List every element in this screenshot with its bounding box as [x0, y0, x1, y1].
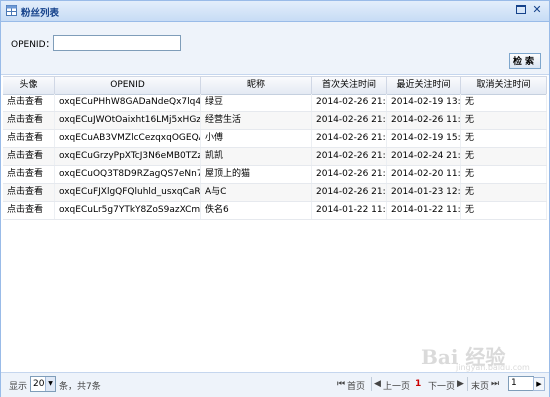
next-page-icon[interactable]: ▶ — [457, 379, 464, 389]
view-avatar-link[interactable]: 点击查看 — [3, 202, 55, 219]
column-header-last-follow[interactable]: 最近关注时间 — [387, 77, 461, 94]
openid-cell: oxqECuJWOtOaixht16LMj5xHGzFg — [55, 112, 201, 129]
openid-label: OPENID： — [11, 40, 55, 50]
openid-cell: oxqECuAB3VMZlcCezqxqOGEQAW — [55, 130, 201, 147]
nickname-cell: 凯凯 — [201, 148, 312, 165]
table-row[interactable]: 点击查看 oxqECuPHhW8GADaNdeQx7lq4n-C 绿豆 2014… — [3, 94, 547, 112]
column-header-unfollow[interactable]: 取消关注时间 — [461, 77, 547, 94]
unfollow-cell: 无 — [461, 184, 547, 201]
close-icon[interactable]: ✕ — [531, 3, 543, 17]
nickname-cell: 小傅 — [201, 130, 312, 147]
nickname-cell: 屋顶上的猫 — [201, 166, 312, 183]
prev-page-icon[interactable]: ◀ — [374, 379, 381, 389]
openid-input[interactable] — [53, 35, 181, 51]
last-page-icon[interactable]: ⏭ — [491, 379, 499, 389]
view-avatar-link[interactable]: 点击查看 — [3, 166, 55, 183]
column-header-openid[interactable]: OPENID — [55, 77, 201, 94]
page-number-input[interactable]: 1 — [508, 376, 534, 391]
first-follow-cell: 2014-02-26 21:34 — [312, 94, 387, 111]
view-avatar-link[interactable]: 点击查看 — [3, 184, 55, 201]
unfollow-cell: 无 — [461, 112, 547, 129]
openid-cell: oxqECuOQ3T8D9RZagQS7eNn70g_ — [55, 166, 201, 183]
first-follow-cell: 2014-01-22 11:22 — [312, 202, 387, 219]
next-page-link[interactable]: 下一页 — [428, 379, 455, 392]
page-size-value: 20 — [33, 379, 45, 389]
pager-divider — [467, 377, 468, 391]
current-page: 1 — [415, 379, 422, 389]
column-header-avatar[interactable]: 头像 — [3, 77, 55, 94]
grid-icon — [6, 5, 17, 16]
total-count: 条，共7条 — [59, 382, 101, 392]
table-row[interactable]: 点击查看 oxqECuFJXlgQFQluhld_usxqCaRM A与C 20… — [3, 184, 547, 202]
openid-cell: oxqECuGrzyPpXTcJ3N6eMB0TZzM — [55, 148, 201, 165]
view-avatar-link[interactable]: 点击查看 — [3, 148, 55, 165]
first-follow-cell: 2014-02-26 21:34 — [312, 184, 387, 201]
first-page-icon[interactable]: ⏮ — [337, 379, 345, 389]
table-row[interactable]: 点击查看 oxqECuOQ3T8D9RZagQS7eNn70g_ 屋顶上的猫 2… — [3, 166, 547, 184]
unfollow-cell: 无 — [461, 202, 547, 219]
view-avatar-link[interactable]: 点击查看 — [3, 130, 55, 147]
last-follow-cell: 2014-02-19 13:52 — [387, 94, 461, 111]
last-page-link[interactable]: 末页 — [471, 379, 489, 392]
last-follow-cell: 2014-02-24 21:32 — [387, 148, 461, 165]
unfollow-cell: 无 — [461, 148, 547, 165]
grid-header: 头像 OPENID 昵称 首次关注时间 最近关注时间 取消关注时间 — [3, 76, 547, 95]
first-follow-cell: 2014-02-26 21:34 — [312, 112, 387, 129]
search-toolbar: OPENID： 检索 — [1, 22, 549, 75]
openid-cell: oxqECuPHhW8GADaNdeQx7lq4n-C — [55, 94, 201, 111]
last-follow-cell: 2014-02-26 11:12 — [387, 112, 461, 129]
view-avatar-link[interactable]: 点击查看 — [3, 112, 55, 129]
go-arrow-icon[interactable]: ▶ — [533, 377, 545, 391]
chevron-down-icon[interactable]: ▼ — [45, 377, 55, 391]
prev-page-link[interactable]: 上一页 — [383, 379, 410, 392]
search-button[interactable]: 检索 — [509, 53, 541, 69]
page-size-label: 显示 — [9, 382, 28, 392]
page-size-select[interactable]: 20 ▼ — [30, 376, 56, 392]
nickname-cell: 经营生活 — [201, 112, 312, 129]
nickname-cell: 佚名6 — [201, 202, 312, 219]
last-follow-cell: 2014-01-23 12:00 — [387, 184, 461, 201]
pagination-bar: 显示 20 ▼ 条，共7条 ⏮ 首页 ◀ 上一页 1 下一页 ▶ 末页 ⏭ 1 … — [1, 372, 549, 397]
unfollow-cell: 无 — [461, 94, 547, 111]
last-follow-cell: 2014-02-19 15:46 — [387, 130, 461, 147]
table-row[interactable]: 点击查看 oxqECuJWOtOaixht16LMj5xHGzFg 经营生活 2… — [3, 112, 547, 130]
nickname-cell: A与C — [201, 184, 312, 201]
last-follow-cell: 2014-01-22 11:22 — [387, 202, 461, 219]
column-header-nickname[interactable]: 昵称 — [201, 77, 312, 94]
table-row[interactable]: 点击查看 oxqECuLr5g7YTkY8ZoS9azXCmtXA 佚名6 20… — [3, 202, 547, 220]
title-bar: 粉丝列表 ✕ — [1, 1, 549, 22]
fans-list-window: 粉丝列表 ✕ OPENID： 检索 头像 OPENID 昵称 首次关注时间 最近… — [0, 0, 550, 397]
first-page-link[interactable]: 首页 — [347, 379, 365, 392]
maximize-icon[interactable] — [516, 5, 526, 14]
pager-divider — [371, 377, 372, 391]
first-follow-cell: 2014-02-26 21:34 — [312, 130, 387, 147]
view-avatar-link[interactable]: 点击查看 — [3, 94, 55, 111]
last-follow-cell: 2014-02-20 11:43 — [387, 166, 461, 183]
window-title: 粉丝列表 — [21, 8, 60, 19]
table-row[interactable]: 点击查看 oxqECuGrzyPpXTcJ3N6eMB0TZzM 凯凯 2014… — [3, 148, 547, 166]
unfollow-cell: 无 — [461, 166, 547, 183]
openid-cell: oxqECuFJXlgQFQluhld_usxqCaRM — [55, 184, 201, 201]
nickname-cell: 绿豆 — [201, 94, 312, 111]
first-follow-cell: 2014-02-26 21:34 — [312, 166, 387, 183]
watermark-url: jingyan.baidu.com — [456, 363, 530, 372]
table-row[interactable]: 点击查看 oxqECuAB3VMZlcCezqxqOGEQAW 小傅 2014-… — [3, 130, 547, 148]
openid-cell: oxqECuLr5g7YTkY8ZoS9azXCmtXA — [55, 202, 201, 219]
column-header-first-follow[interactable]: 首次关注时间 — [312, 77, 387, 94]
unfollow-cell: 无 — [461, 130, 547, 147]
first-follow-cell: 2014-02-26 21:34 — [312, 148, 387, 165]
